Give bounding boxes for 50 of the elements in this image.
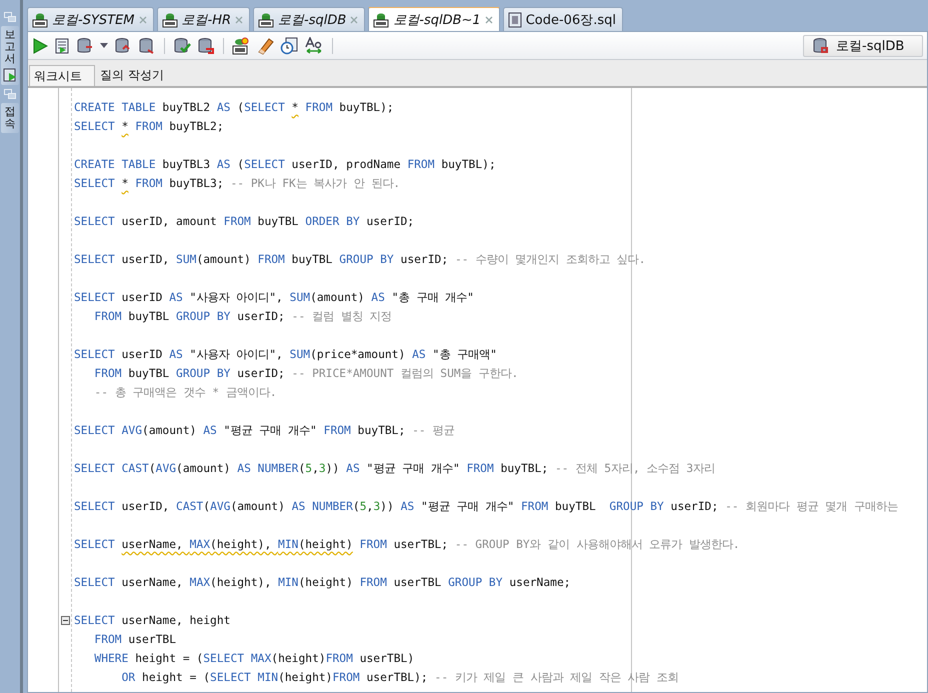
code-line: SELECT userName, MAX(height), MIN(height) FROM userTBL; -- GROUP BY와 같이 사용해야해서 오류가 발생한다. [74, 537, 740, 553]
code-line: SELECT AVG(amount) AS "평균 구매 개수" FROM buyTBL; -- 평균 [74, 423, 454, 439]
code-line: FROM buyTBL GROUP BY userID; -- 컬럼 별칭 지정 [93, 309, 392, 325]
report-icon [3, 68, 17, 82]
collapse-icon[interactable] [60, 616, 70, 625]
code-line: FROM buyTBL GROUP BY userID; -- PRICE*AMOUNT 컬럼의 SUM을 구한다. [93, 366, 518, 382]
editor-tab[interactable]: 로컬-sqlDB [253, 7, 366, 31]
code-line: SELECT * FROM buyTBL3; -- PK나 FK는 복사가 안 된다. [74, 176, 400, 192]
sql-worksheet-icon [373, 12, 390, 28]
code-line: CREATE TABLE buyTBL2 AS (SELECT * FROM buyTBL); [74, 100, 394, 116]
side-tab[interactable]: 보고서 [1, 26, 19, 86]
code-line: SELECT userID AS "사용자 아이디", SUM(amount) AS "총 구매 개수" [74, 290, 474, 306]
code-line: -- 총 구매액은 갯수 * 금액이다. [93, 385, 277, 401]
database-icon[interactable] [812, 36, 830, 54]
connection-button[interactable]: 로컬-sqlDB [803, 34, 923, 56]
document-icon [508, 12, 522, 28]
sql-worksheet-icon [32, 12, 48, 28]
eraser-icon[interactable] [256, 36, 274, 54]
sub-tab[interactable]: 워크시트 [29, 65, 95, 86]
editor-tab[interactable]: 로컬-HR [156, 7, 250, 31]
code-line: SELECT CAST(AVG(amount) AS NUMBER(5,3)) AS "평균 구매 개수" FROM buyTBL; -- 전체 5자리, 소수점 3자리 [74, 461, 716, 477]
sub-tab[interactable]: 질의 작성기 [95, 64, 177, 86]
database-icon[interactable] [138, 36, 156, 54]
code-line: CREATE TABLE buyTBL3 AS (SELECT userID, prodName FROM buyTBL); [74, 157, 496, 173]
code-line: FROM userTBL [93, 632, 176, 648]
side-tab[interactable]: 접속 [1, 103, 19, 134]
code-line: SELECT userName, MAX(height), MIN(height) FROM userTBL GROUP BY userName; [74, 575, 571, 591]
commit-icon[interactable] [173, 36, 191, 54]
new-sql-icon[interactable] [232, 36, 250, 54]
caret-icon[interactable] [100, 42, 108, 48]
database-icon[interactable] [114, 36, 132, 54]
editor-tab[interactable]: Code-06장.sql [502, 7, 623, 31]
database-icon[interactable] [76, 36, 94, 54]
editor-tab[interactable]: 로컬-SYSTEM [27, 7, 154, 31]
editor-tab[interactable]: 로컬-sqlDB~1 [368, 7, 500, 31]
code-line: SELECT userID, amount FROM buyTBL ORDER BY userID; [74, 214, 414, 230]
code-line: SELECT userID, SUM(amount) FROM buyTBL GROUP BY userID; -- 수량이 몇개인지 조회하고 싶다. [74, 252, 646, 268]
code-line: SELECT * FROM buyTBL2; [74, 119, 224, 135]
sql-worksheet-icon [162, 12, 178, 28]
history-icon[interactable] [280, 36, 298, 54]
run-script-icon[interactable] [54, 38, 70, 54]
code-line: OR height = (SELECT MIN(height)FROM userTBL); -- 키가 제일 큰 사람과 제일 작은 사람 조회 [120, 670, 679, 686]
sql-worksheet-icon [258, 12, 274, 28]
rollback-icon[interactable] [197, 36, 215, 54]
code-line: SELECT userID AS "사용자 아이디", SUM(price*amount) AS "총 구매액" [74, 347, 497, 363]
code-line: WHERE height = (SELECT MAX(height)FROM userTBL) [93, 651, 414, 667]
run-icon[interactable] [32, 38, 48, 54]
font-format-icon[interactable] [304, 36, 324, 54]
code-line: SELECT userID, CAST(AVG(amount) AS NUMBER(5,3)) AS "평균 구매 개수" FROM buyTBL GROUP BY userID; -- 회원마다 평균 몇개 구매하는 [74, 499, 898, 515]
code-line: SELECT userName, height [74, 613, 230, 629]
